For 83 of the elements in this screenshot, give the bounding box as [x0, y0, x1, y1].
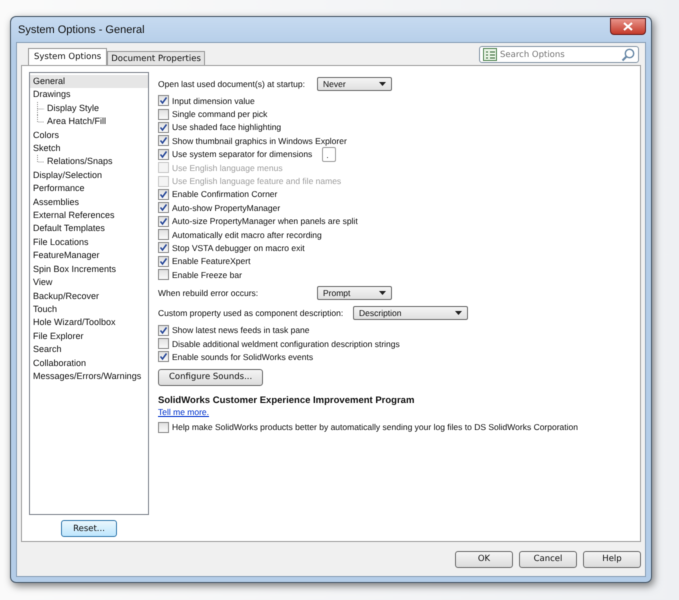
tree-item[interactable]: Assemblies	[30, 196, 148, 210]
tab[interactable]: System Options	[28, 48, 108, 65]
option-label: Enable FeatureXpert	[172, 256, 250, 266]
checkbox[interactable]	[158, 351, 169, 362]
tree-item[interactable]: Area Hatch/Fill	[45, 115, 106, 129]
checkbox[interactable]	[158, 202, 169, 214]
checkbox[interactable]	[158, 216, 169, 227]
option-label: Use English language menus	[172, 162, 283, 173]
tree-item[interactable]: Collaboration	[30, 356, 148, 370]
tree-item[interactable]: Sketch	[30, 142, 148, 156]
checkbox[interactable]	[158, 242, 169, 254]
option-label: Auto-show PropertyManager	[172, 202, 280, 213]
checkbox[interactable]	[158, 229, 169, 240]
checkbox[interactable]	[158, 338, 169, 350]
option-label: Automatically edit macro after recording	[172, 230, 322, 240]
tree-item[interactable]: Relations/Snaps	[45, 155, 113, 169]
checkbox[interactable]	[158, 422, 169, 433]
tree-item[interactable]: File Locations	[30, 236, 148, 250]
dropdown[interactable]: Description	[353, 306, 468, 320]
tree-item[interactable]: Performance	[30, 182, 148, 196]
dropdown[interactable]: Prompt	[317, 286, 392, 300]
option-label: Enable Confirmation Corner	[172, 189, 278, 200]
tree-item[interactable]: View	[30, 276, 148, 290]
tree-item[interactable]: Search	[30, 343, 148, 357]
caret-icon	[379, 82, 386, 86]
option-label: Open last used document(s) at startup:	[158, 79, 306, 89]
tree-item[interactable]: General	[30, 75, 148, 88]
option-label: Input dimension value	[172, 96, 255, 106]
option-label: When rebuild error occurs:	[158, 288, 260, 298]
tree-connector-icon	[36, 102, 45, 115]
option-label: Custom property used as component description:	[158, 308, 344, 318]
option-label: Auto-size PropertyManager when panels are split	[172, 216, 358, 226]
list-icon	[483, 48, 497, 61]
option-label: Enable sounds for SolidWorks events	[172, 352, 314, 362]
tree-item[interactable]: Touch	[30, 302, 148, 316]
option-label: Help make SolidWorks products better by automatically sending your log files to DS SolidWorks Corporation	[172, 422, 578, 432]
tree-item[interactable]: Display Style	[45, 102, 100, 116]
window-title: System Options - General	[17, 24, 145, 36]
tree-item[interactable]: Messages/Errors/Warnings	[30, 370, 148, 384]
dialog-button[interactable]: OK	[455, 550, 513, 568]
tab[interactable]: Document Properties	[107, 51, 205, 65]
tree-item[interactable]: File Explorer	[30, 330, 148, 344]
separator-field[interactable]: .	[322, 146, 336, 162]
option-label: Disable additional weldment configuration description strings	[172, 338, 400, 349]
checkbox[interactable]	[158, 122, 169, 133]
tree-item[interactable]: Display/Selection	[30, 168, 148, 182]
tree-item[interactable]: Drawings	[30, 88, 148, 102]
search-field[interactable]: Search Options	[479, 46, 639, 63]
tree-item[interactable]: FeatureManager	[30, 249, 148, 263]
checkbox[interactable]	[158, 256, 169, 267]
search-icon	[621, 48, 635, 62]
checkbox[interactable]	[158, 95, 169, 106]
option-label: Single command per pick	[172, 109, 268, 120]
tree-item[interactable]: Colors	[30, 128, 148, 142]
option-label: Show latest news feeds in task pane	[172, 325, 310, 336]
configure-sounds-button[interactable]: Configure Sounds...	[158, 368, 264, 386]
checkbox[interactable]	[158, 148, 169, 160]
dropdown[interactable]: Never	[317, 77, 392, 91]
tree-item[interactable]: Backup/Recover	[30, 290, 148, 303]
caret-icon	[455, 311, 462, 316]
section-heading: SolidWorks Customer Experience Improvement Program	[158, 394, 416, 406]
checkbox[interactable]	[158, 188, 169, 200]
close-icon	[623, 22, 633, 30]
checkbox[interactable]	[158, 135, 169, 146]
option-label: Stop VSTA debugger on macro exit	[172, 242, 305, 253]
close-button[interactable]	[610, 18, 646, 34]
tree-item[interactable]: External References	[30, 209, 148, 222]
tree-item[interactable]: Spin Box Increments	[30, 262, 148, 276]
dialog-button[interactable]: Cancel	[519, 550, 577, 568]
tree-item[interactable]: Default Templates	[30, 222, 148, 236]
checkbox[interactable]	[158, 324, 169, 336]
tree-item[interactable]: Hole Wizard/Toolbox	[30, 316, 148, 330]
option-label: Use shaded face highlighting	[172, 122, 282, 132]
reset-button[interactable]: Reset...	[61, 520, 117, 537]
option-label: Use English language feature and file names	[172, 176, 342, 186]
option-label: Show thumbnail graphics in Windows Explorer	[172, 136, 347, 146]
option-label: Enable Freeze bar	[172, 270, 242, 280]
checkbox[interactable]	[158, 269, 169, 280]
option-label: Use system separator for dimensions	[172, 149, 312, 160]
dialog-button[interactable]: Help	[583, 550, 641, 568]
checkbox[interactable]	[158, 108, 169, 120]
caret-icon	[379, 291, 386, 296]
link[interactable]: Tell me more.	[158, 406, 210, 417]
